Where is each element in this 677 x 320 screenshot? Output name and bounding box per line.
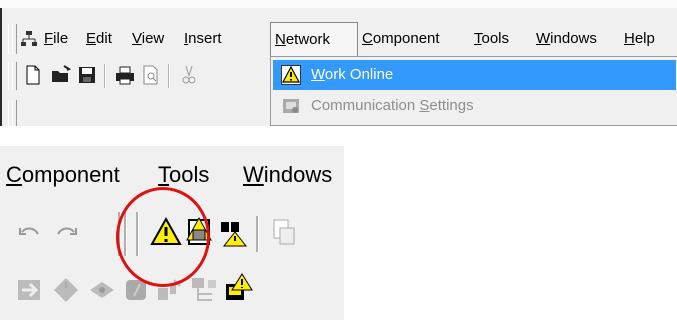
menu-insert[interactable]: Insert	[180, 22, 226, 56]
toolbar-grip-2	[12, 62, 17, 90]
toolbar-separator	[104, 64, 106, 88]
menu-tools[interactable]: Tools	[158, 162, 209, 188]
new-document-icon[interactable]	[22, 64, 44, 86]
menu-help[interactable]: Help	[620, 22, 659, 56]
network-menu-dropdown: Work Online Communication Settings	[270, 56, 677, 126]
device-warning-icon[interactable]	[222, 272, 254, 304]
annotation-highlight-circle	[116, 187, 210, 287]
window-border	[0, 0, 2, 126]
warning-icon	[281, 65, 301, 85]
communication-settings-icon	[281, 96, 301, 116]
menu-component[interactable]: Component	[358, 22, 444, 56]
menuitem-communication-settings[interactable]: Communication Settings	[273, 91, 676, 121]
menu-edit[interactable]: Edit	[82, 22, 116, 56]
open-folder-icon[interactable]	[50, 64, 72, 86]
print-icon[interactable]	[114, 64, 136, 86]
main-window-screenshot: File Edit View Insert Network Component …	[0, 0, 677, 126]
cut-icon[interactable]	[178, 64, 200, 86]
undo-icon[interactable]	[14, 218, 46, 250]
menu-file[interactable]: File	[40, 22, 72, 56]
menu-network[interactable]: Network	[270, 22, 358, 58]
standard-toolbar	[6, 58, 276, 94]
find-device-icon[interactable]	[218, 216, 250, 248]
menu-tools[interactable]: Tools	[470, 22, 513, 56]
redo-icon[interactable]	[50, 218, 82, 250]
save-icon[interactable]	[76, 64, 98, 86]
partial-toolbar-row	[6, 96, 270, 126]
menu-view[interactable]: View	[128, 22, 168, 56]
toolbar-separator	[256, 216, 259, 252]
menu-windows[interactable]: Windows	[532, 22, 601, 56]
menuitem-work-online[interactable]: Work Online	[273, 60, 676, 90]
diamond-device-icon[interactable]	[50, 274, 82, 306]
compile-icon[interactable]	[268, 216, 300, 248]
network-device-icon[interactable]	[86, 274, 118, 306]
upload-icon[interactable]	[14, 274, 46, 306]
print-preview-icon[interactable]	[140, 64, 162, 86]
menu-windows[interactable]: Windows	[243, 162, 332, 188]
network-tree-icon	[20, 30, 38, 48]
menu-component[interactable]: Component	[6, 162, 120, 188]
menubar-grip-2	[12, 24, 17, 54]
menu-bar: File Edit View Insert Network Component …	[6, 22, 677, 58]
toolbar-separator	[168, 64, 170, 88]
toolbar-grip-2	[12, 100, 17, 126]
tree-view-icon[interactable]	[188, 274, 220, 306]
window-top-strip	[0, 0, 677, 8]
